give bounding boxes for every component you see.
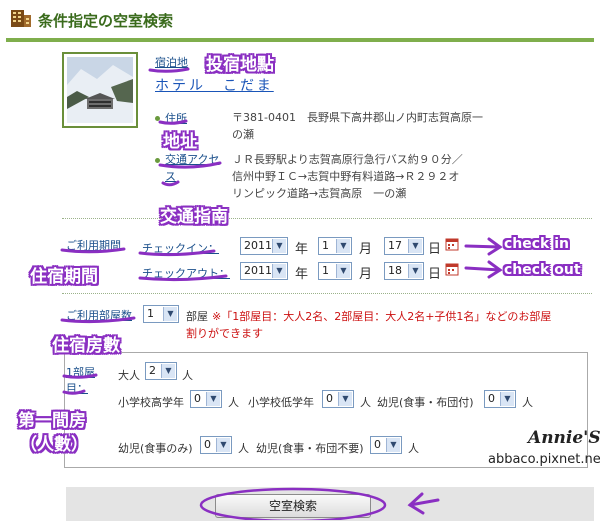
annotation-checkout: check out (504, 262, 581, 278)
annotation-address: 地址 (163, 132, 197, 152)
annotation-place: 投宿地點 (206, 55, 274, 75)
annotation-rooms: 住宿房數 (52, 336, 120, 356)
annotation-checkin: check in (504, 236, 570, 252)
annotation-strokes (60, 67, 503, 520)
annotation-room1-line2: （人數） (20, 435, 88, 455)
annotation-room1-line1: 第一間房 (18, 411, 86, 431)
annotation-period: 住宿期間 (30, 267, 98, 287)
watermark-site: abbaco.pixnet.net (488, 452, 600, 467)
watermark-author: Annie'S (528, 428, 600, 448)
annotation-access: 交通指南 (160, 207, 228, 227)
